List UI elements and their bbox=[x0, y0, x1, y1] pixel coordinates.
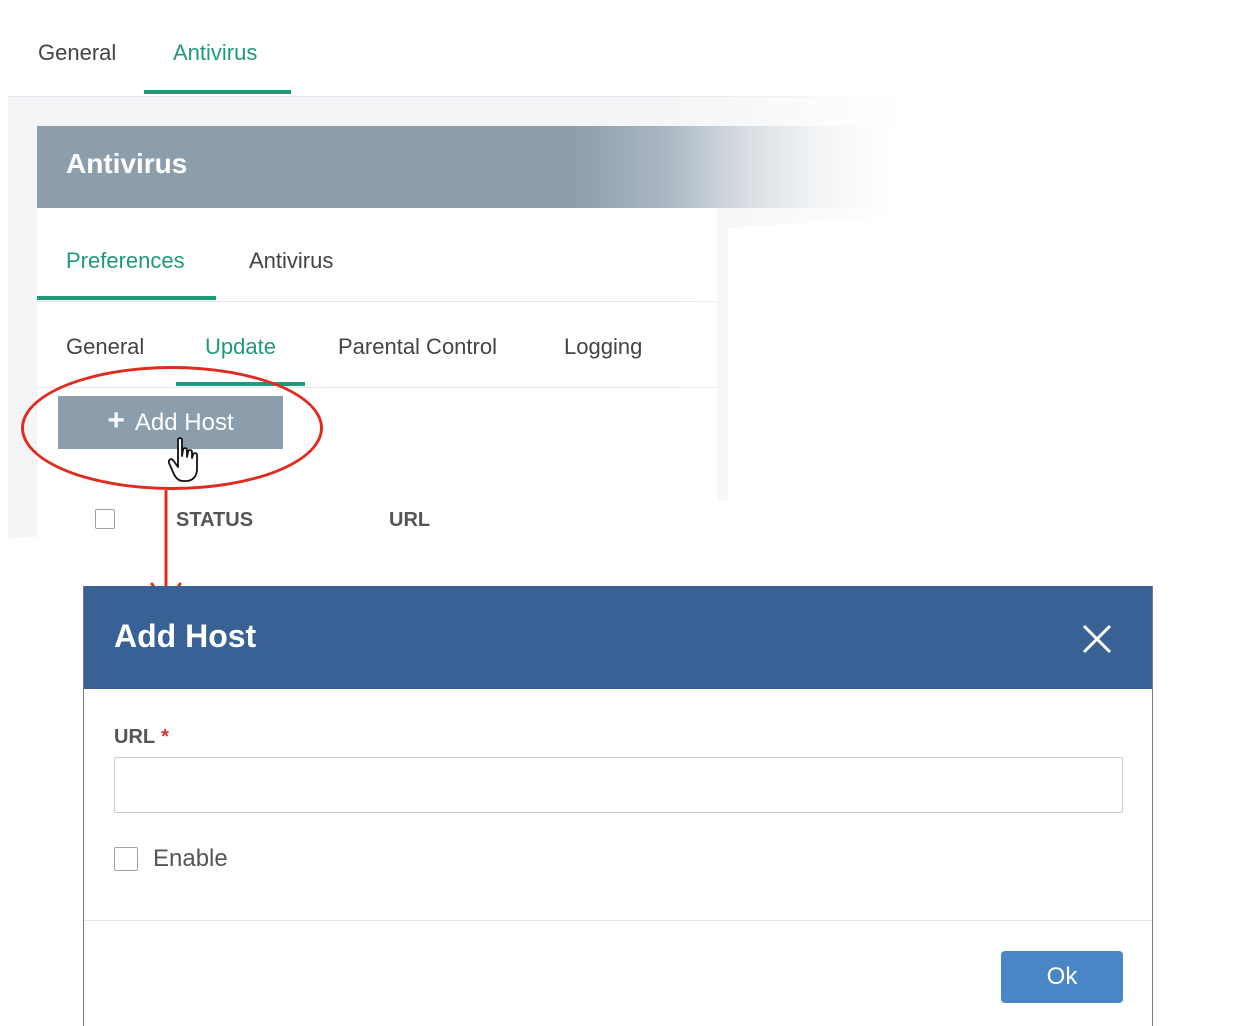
tab-parental-control[interactable]: Parental Control bbox=[338, 334, 497, 360]
active-subtab-indicator bbox=[37, 296, 216, 300]
column-header-status: STATUS bbox=[176, 509, 254, 531]
close-icon[interactable] bbox=[1080, 622, 1114, 656]
url-label-text: URL bbox=[114, 726, 156, 748]
enable-label: Enable bbox=[153, 845, 228, 872]
url-input[interactable] bbox=[114, 757, 1123, 813]
ok-button[interactable]: Ok bbox=[1001, 951, 1123, 1003]
column-header-url: URL bbox=[389, 509, 431, 531]
dialog-title: Add Host bbox=[114, 618, 257, 654]
select-all-checkbox[interactable] bbox=[95, 509, 115, 529]
required-marker: * bbox=[161, 726, 169, 748]
tab-antivirus-sub[interactable]: Antivirus bbox=[249, 248, 333, 274]
tab-update[interactable]: Update bbox=[205, 334, 276, 360]
url-field-label: URL * bbox=[114, 726, 169, 749]
tab-general-sub[interactable]: General bbox=[66, 334, 144, 360]
active-tab-indicator bbox=[144, 90, 291, 94]
divider bbox=[37, 301, 717, 302]
dialog-footer-divider bbox=[84, 920, 1152, 921]
dialog-header: Add Host bbox=[84, 586, 1152, 689]
tab-preferences[interactable]: Preferences bbox=[66, 248, 185, 274]
tab-logging[interactable]: Logging bbox=[564, 334, 642, 360]
top-tab-bar: General Antivirus bbox=[8, 10, 1008, 97]
tab-general[interactable]: General bbox=[38, 40, 116, 66]
add-host-dialog: Add Host URL * Enable Ok bbox=[83, 586, 1153, 1026]
tab-antivirus[interactable]: Antivirus bbox=[173, 40, 257, 66]
enable-checkbox[interactable] bbox=[114, 847, 138, 871]
section-title: Antivirus bbox=[66, 148, 188, 179]
section-header: Antivirus bbox=[37, 126, 897, 208]
hand-cursor-icon bbox=[167, 437, 198, 482]
